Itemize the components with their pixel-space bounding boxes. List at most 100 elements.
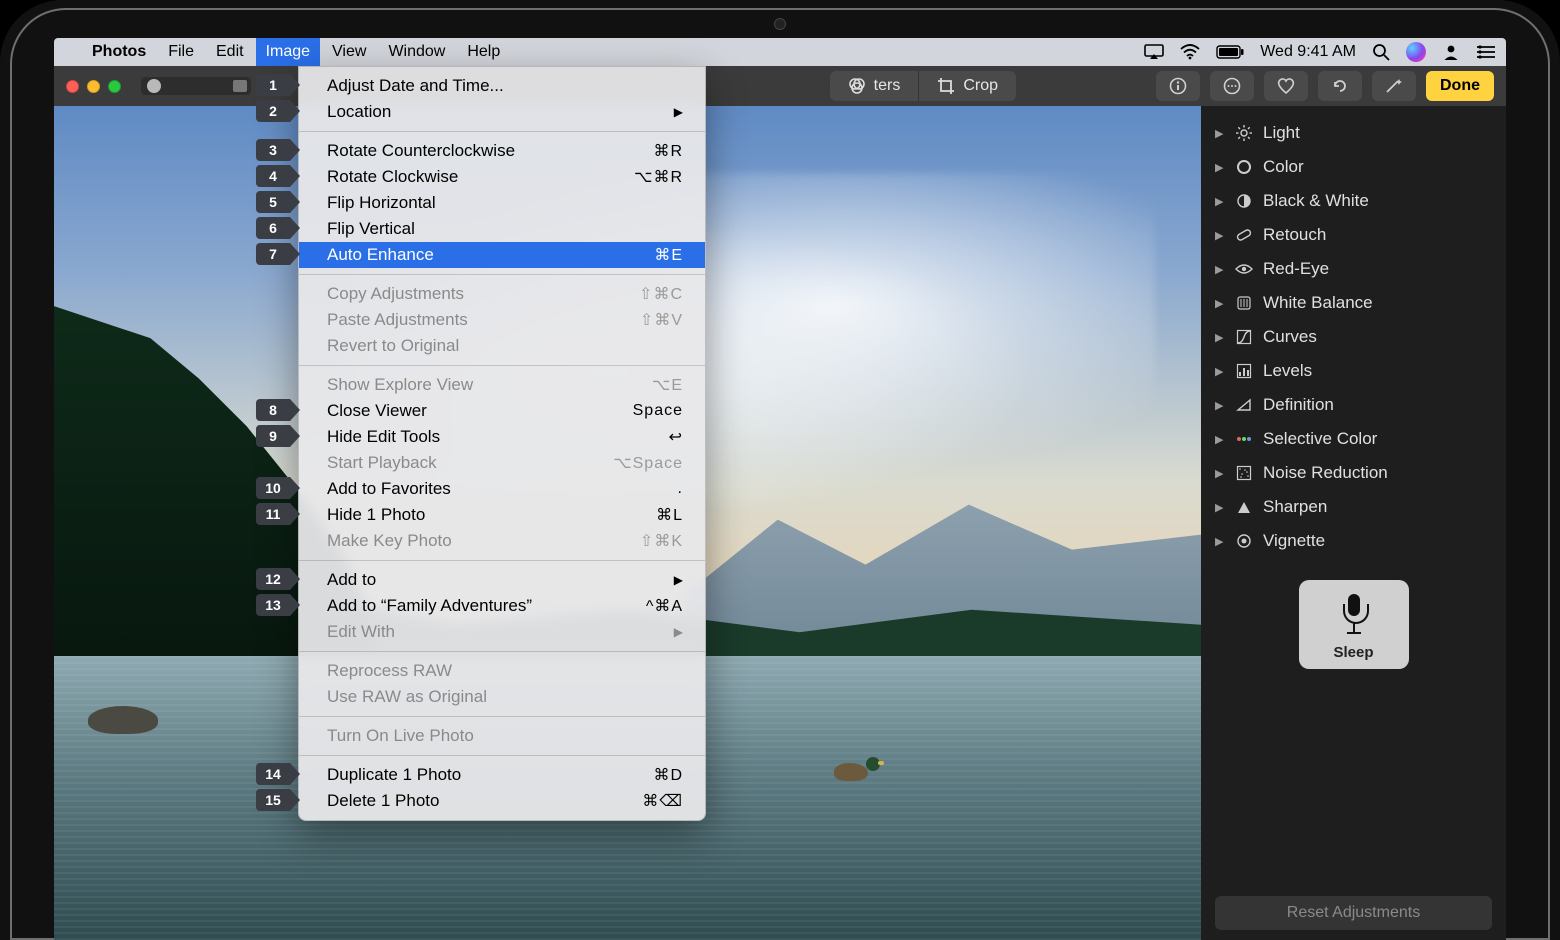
auto-enhance-button[interactable] <box>1372 71 1416 101</box>
battery-icon[interactable] <box>1216 45 1244 59</box>
close-window-button[interactable] <box>66 80 79 93</box>
menubar-item-help[interactable]: Help <box>457 38 510 66</box>
sharp-icon <box>1235 498 1253 516</box>
voice-control-badge: 2 <box>256 100 290 122</box>
menubar-item-edit[interactable]: Edit <box>206 38 254 66</box>
menu-item-shortcut: ⇧⌘C <box>639 284 683 304</box>
notification-center-icon[interactable] <box>1476 45 1496 59</box>
crop-tab[interactable]: Crop <box>919 71 1016 101</box>
adjustment-row-noise-reduction[interactable]: ▶Noise Reduction <box>1215 456 1492 490</box>
reset-adjustments-button[interactable]: Reset Adjustments <box>1215 896 1492 930</box>
info-icon <box>1169 77 1187 95</box>
user-icon[interactable] <box>1442 43 1460 61</box>
menu-item-label: Reprocess RAW <box>327 661 683 681</box>
adjustment-label: Levels <box>1263 361 1312 381</box>
disclosure-triangle-icon: ▶ <box>1215 501 1225 514</box>
menu-item-make-key-photo: Make Key Photo⇧⌘K <box>299 528 705 554</box>
adjustment-row-retouch[interactable]: ▶Retouch <box>1215 218 1492 252</box>
disclosure-triangle-icon: ▶ <box>1215 127 1225 140</box>
adjustments-sidebar: ▶Light▶Color▶Black & White▶Retouch▶Red-E… <box>1201 106 1506 940</box>
dots-icon <box>1235 430 1253 448</box>
submenu-chevron-icon: ▶ <box>674 625 683 639</box>
adjustment-row-levels[interactable]: ▶ Levels <box>1215 354 1492 388</box>
filters-tab[interactable]: ters <box>830 71 920 101</box>
adjustment-row-white-balance[interactable]: ▶White Balance <box>1215 286 1492 320</box>
image-menu-dropdown: Adjust Date and Time...Location▶ Rotate C… <box>298 66 706 821</box>
menu-item-use-raw-as-original: Use RAW as Original <box>299 684 705 710</box>
voice-control-badge: 8 <box>256 399 290 421</box>
menubar-app-name[interactable]: Photos <box>82 38 156 66</box>
menu-item-close-viewer[interactable]: Close ViewerSpace <box>299 398 705 424</box>
info-button[interactable] <box>1156 71 1200 101</box>
voice-control-card[interactable]: Sleep <box>1299 580 1409 669</box>
menu-item-duplicate-1-photo[interactable]: Duplicate 1 Photo⌘D <box>299 762 705 788</box>
favorite-button[interactable] <box>1264 71 1308 101</box>
zoom-slider[interactable] <box>141 77 251 95</box>
adjustment-row-color[interactable]: ▶Color <box>1215 150 1492 184</box>
menu-item-label: Delete 1 Photo <box>327 791 642 811</box>
adjustment-row-curves[interactable]: ▶Curves <box>1215 320 1492 354</box>
photo-rock <box>88 706 158 734</box>
menu-item-shortcut: ⌘D <box>653 765 683 785</box>
menu-item-add-to[interactable]: Add to▶ <box>299 567 705 593</box>
adjustment-label: Red-Eye <box>1263 259 1329 279</box>
wifi-icon[interactable] <box>1180 44 1200 60</box>
menu-item-flip-horizontal[interactable]: Flip Horizontal <box>299 190 705 216</box>
adjustment-row-red-eye[interactable]: ▶Red-Eye <box>1215 252 1492 286</box>
menu-item-delete-1-photo[interactable]: Delete 1 Photo⌘⌫ <box>299 788 705 814</box>
menu-item-shortcut: ⇧⌘K <box>640 531 683 551</box>
spotlight-icon[interactable] <box>1372 43 1390 61</box>
menu-item-label: Revert to Original <box>327 336 683 356</box>
system-menubar: Photos FileEditImageViewWindowHelp Wed 9… <box>54 38 1506 66</box>
menu-separator <box>299 560 705 561</box>
voice-control-badge: 9 <box>256 425 290 447</box>
crop-tab-label: Crop <box>963 77 998 95</box>
menu-item-add-to-family-adventures[interactable]: Add to “Family Adventures”^⌘A <box>299 593 705 619</box>
airplay-icon[interactable] <box>1144 44 1164 60</box>
menubar-item-view[interactable]: View <box>322 38 376 66</box>
fullscreen-window-button[interactable] <box>108 80 121 93</box>
menu-item-rotate-counterclockwise[interactable]: Rotate Counterclockwise⌘R <box>299 138 705 164</box>
adjustment-row-sharpen[interactable]: ▶Sharpen <box>1215 490 1492 524</box>
menu-item-location[interactable]: Location▶ <box>299 99 705 125</box>
adjustment-row-light[interactable]: ▶Light <box>1215 116 1492 150</box>
menu-item-auto-enhance[interactable]: Auto Enhance⌘E <box>299 242 705 268</box>
menubar-item-window[interactable]: Window <box>378 38 455 66</box>
menu-item-edit-with: Edit With▶ <box>299 619 705 645</box>
done-button[interactable]: Done <box>1426 71 1494 101</box>
menu-item-add-to-favorites[interactable]: Add to Favorites. <box>299 476 705 502</box>
adjustment-label: Black & White <box>1263 191 1369 211</box>
menu-item-adjust-date-and-time[interactable]: Adjust Date and Time... <box>299 73 705 99</box>
menu-item-label: Show Explore View <box>327 375 652 395</box>
menu-item-label: Paste Adjustments <box>327 310 640 330</box>
voice-control-badge: 1 <box>256 74 290 96</box>
disclosure-triangle-icon: ▶ <box>1215 365 1225 378</box>
adjustment-label: Curves <box>1263 327 1317 347</box>
menu-item-hide-edit-tools[interactable]: Hide Edit Tools↩ <box>299 424 705 450</box>
laptop-bezel: Photos FileEditImageViewWindowHelp Wed 9… <box>0 0 1560 940</box>
menu-item-shortcut: ↩ <box>669 427 683 447</box>
menubar-item-file[interactable]: File <box>158 38 204 66</box>
adjustment-row-vignette[interactable]: ▶Vignette <box>1215 524 1492 558</box>
more-button[interactable] <box>1210 71 1254 101</box>
adjustment-row-selective-color[interactable]: ▶Selective Color <box>1215 422 1492 456</box>
sun-icon <box>1235 124 1253 142</box>
menu-item-label: Rotate Clockwise <box>327 167 634 187</box>
menu-item-label: Duplicate 1 Photo <box>327 765 653 785</box>
menubar-clock[interactable]: Wed 9:41 AM <box>1260 43 1356 61</box>
menu-item-shortcut: ⌥⌘R <box>634 167 683 187</box>
menu-item-revert-to-original: Revert to Original <box>299 333 705 359</box>
menu-item-label: Add to “Family Adventures” <box>327 596 646 616</box>
menu-item-label: Flip Vertical <box>327 219 683 239</box>
menu-item-hide-1-photo[interactable]: Hide 1 Photo⌘L <box>299 502 705 528</box>
rotate-button[interactable] <box>1318 71 1362 101</box>
adjustment-row-definition[interactable]: ▶Definition <box>1215 388 1492 422</box>
filters-tab-label: ters <box>874 77 901 95</box>
minimize-window-button[interactable] <box>87 80 100 93</box>
menu-item-flip-vertical[interactable]: Flip Vertical <box>299 216 705 242</box>
adjustment-row-black-white[interactable]: ▶Black & White <box>1215 184 1492 218</box>
menu-item-rotate-clockwise[interactable]: Rotate Clockwise⌥⌘R <box>299 164 705 190</box>
menubar-item-image[interactable]: Image <box>256 38 320 66</box>
menu-separator <box>299 716 705 717</box>
siri-icon[interactable] <box>1406 42 1426 62</box>
